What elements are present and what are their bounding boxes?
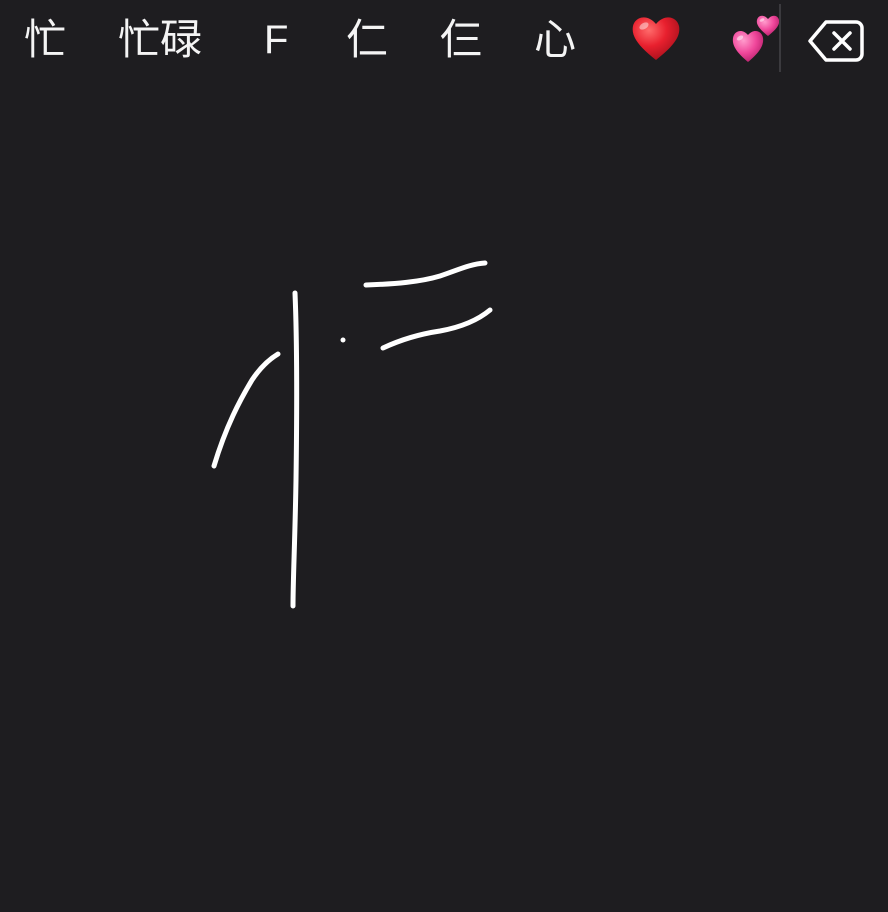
stroke-lower-horizontal xyxy=(380,307,493,351)
delete-button[interactable] xyxy=(806,18,866,64)
candidate-4[interactable]: 仁 xyxy=(346,10,388,70)
candidate-3[interactable]: F xyxy=(264,10,288,70)
candidate-bar: 忙 忙碌 F 仁 仨 心 xyxy=(0,0,888,80)
handwriting-canvas[interactable] xyxy=(0,80,888,912)
stroke-top-horizontal xyxy=(363,260,488,288)
red-heart-icon xyxy=(632,17,680,60)
candidate-1[interactable]: 忙 xyxy=(24,10,66,70)
stroke-left-diagonal xyxy=(211,351,281,469)
backspace-icon xyxy=(808,20,864,62)
candidate-two-hearts[interactable] xyxy=(730,14,782,74)
candidate-6[interactable]: 心 xyxy=(534,10,576,70)
candidate-red-heart[interactable] xyxy=(630,14,682,74)
two-hearts-icon xyxy=(732,15,780,62)
stroke-dot xyxy=(340,337,346,343)
handwriting-keyboard: 忙 忙碌 F 仁 仨 心 xyxy=(0,0,888,912)
candidate-2[interactable]: 忙碌 xyxy=(118,10,202,70)
stroke-vertical xyxy=(290,290,300,609)
candidate-5[interactable]: 仨 xyxy=(440,10,482,70)
candidate-bar-divider xyxy=(779,4,781,72)
handwriting-strokes xyxy=(211,260,493,609)
